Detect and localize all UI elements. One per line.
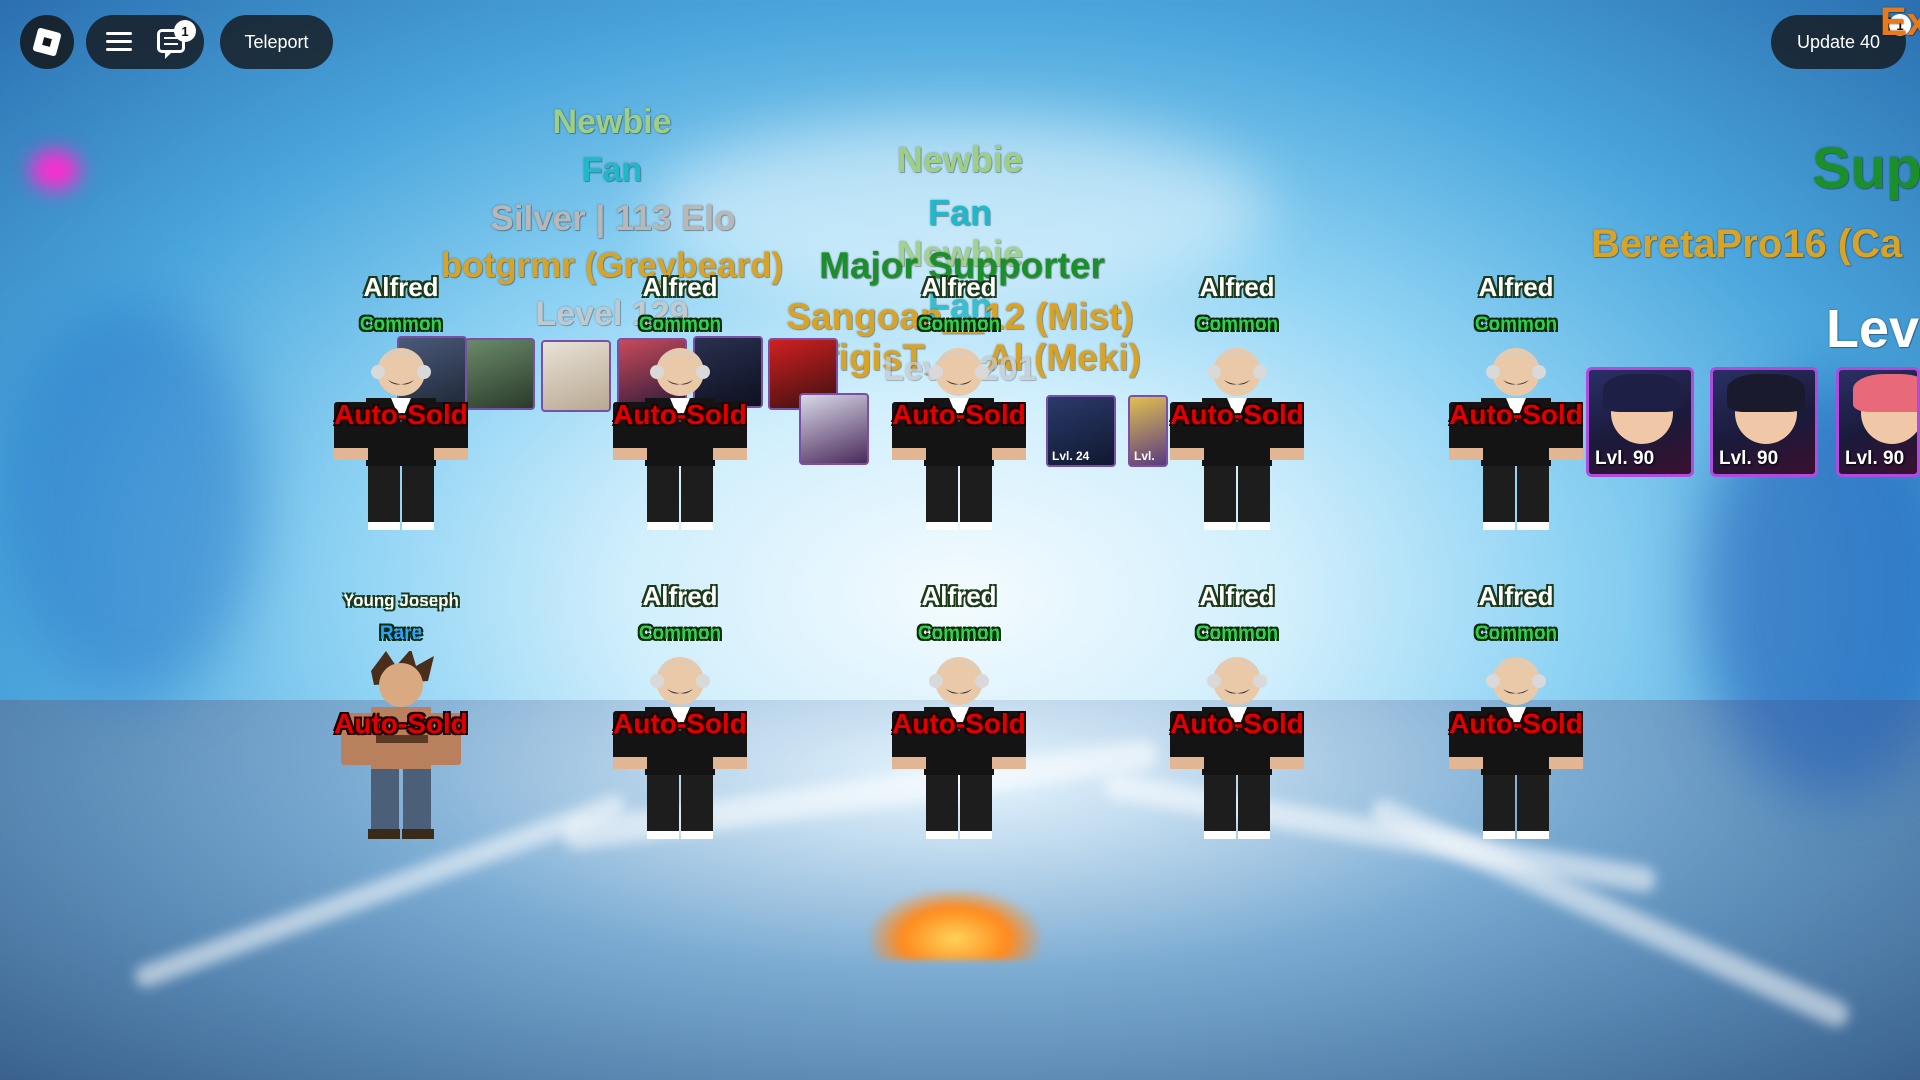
alfred-figure <box>613 657 747 839</box>
unit-name: Alfred <box>921 581 997 611</box>
player-title-fan: Fan <box>581 151 643 189</box>
team-unit-card: Lvl. 24 <box>1046 395 1116 467</box>
auto-sold-label: Auto-Sold <box>1170 399 1304 430</box>
alfred-figure <box>892 348 1026 530</box>
summoned-unit: Alfred Common Auto-Sold <box>1431 581 1601 841</box>
card-level: Lvl. 90 <box>1719 448 1779 469</box>
player-title-fan: Fan <box>927 192 993 233</box>
team-unit-card: Lvl. 90 <box>1710 367 1818 477</box>
summoned-unit: Alfred Common Auto-Sold <box>595 581 765 841</box>
unit-rarity: Common <box>638 623 722 644</box>
alfred-figure <box>1449 657 1583 839</box>
summoned-unit: Alfred Common Auto-Sold <box>1431 272 1601 532</box>
fire-effect <box>870 890 1040 960</box>
alfred-figure <box>1170 657 1304 839</box>
summoned-unit: Alfred Common Auto-Sold <box>316 272 486 532</box>
player-title-newbie: Newbie <box>552 103 672 141</box>
auto-sold-label: Auto-Sold <box>334 708 468 739</box>
unit-rarity: Common <box>1195 623 1279 644</box>
auto-sold-label: Auto-Sold <box>613 708 747 739</box>
magenta-light <box>30 150 80 190</box>
unit-name: Alfred <box>1199 272 1275 302</box>
summoned-unit: Alfred Common Auto-Sold <box>874 272 1044 532</box>
unit-rarity: Common <box>1474 314 1558 335</box>
unit-rarity: Common <box>359 314 443 335</box>
player-title-newbie: Newbie <box>896 139 1024 180</box>
menu-chat-group: 1 <box>86 15 204 69</box>
unit-rarity: Common <box>1474 623 1558 644</box>
chat-notification-badge: 1 <box>174 20 196 42</box>
auto-sold-label: Auto-Sold <box>1170 708 1304 739</box>
unit-name: Alfred <box>1199 581 1275 611</box>
unit-rarity: Rare <box>379 623 423 644</box>
player-rank: Silver | 113 Elo <box>490 199 736 238</box>
auto-sold-label: Auto-Sold <box>1449 708 1583 739</box>
summoned-unit: Alfred Common Auto-Sold <box>1152 581 1322 841</box>
unit-name: Young Joseph <box>343 591 459 610</box>
unit-rarity: Common <box>917 314 1001 335</box>
unit-rarity: Common <box>917 623 1001 644</box>
unit-name: Alfred <box>642 272 718 302</box>
young-joseph-figure <box>341 651 461 839</box>
alfred-figure <box>1170 348 1304 530</box>
alfred-figure <box>334 348 468 530</box>
summoned-unit: Young Joseph Rare Auto-Sold <box>316 581 486 841</box>
unit-name: Alfred <box>642 581 718 611</box>
roblox-logo-icon <box>32 27 62 57</box>
auto-sold-label: Auto-Sold <box>892 399 1026 430</box>
team-unit-card: Lvl. 90 <box>1836 367 1920 477</box>
auto-sold-label: Auto-Sold <box>613 399 747 430</box>
card-level: Lvl. 90 <box>1595 448 1655 469</box>
unit-name: Alfred <box>363 272 439 302</box>
player-name: BeretaPro16 (Ca <box>1591 222 1903 266</box>
unit-name: Alfred <box>1478 581 1554 611</box>
alfred-figure <box>1449 348 1583 530</box>
player-title-supporter: Sup <box>1812 136 1920 201</box>
unit-rarity: Common <box>1195 314 1279 335</box>
hamburger-menu-icon[interactable] <box>106 32 132 52</box>
roblox-menu-button[interactable] <box>20 15 74 69</box>
summoned-unit: Alfred Common Auto-Sold <box>595 272 765 532</box>
auto-sold-label: Auto-Sold <box>892 708 1026 739</box>
player-title-partial: Ex <box>1880 0 1920 44</box>
summoned-unit: Alfred Common Auto-Sold <box>874 581 1044 841</box>
unit-name: Alfred <box>1478 272 1554 302</box>
summoned-unit: Alfred Common Auto-Sold <box>1152 272 1322 532</box>
alfred-figure <box>613 348 747 530</box>
alfred-figure <box>892 657 1026 839</box>
team-unit-card: Lvl. 90 <box>1586 367 1694 477</box>
auto-sold-label: Auto-Sold <box>1449 399 1583 430</box>
unit-name: Alfred <box>921 272 997 302</box>
unit-rarity: Common <box>638 314 722 335</box>
player-level: Lev <box>1826 299 1920 359</box>
teleport-button[interactable]: Teleport <box>220 15 333 69</box>
team-unit-card <box>799 393 869 465</box>
auto-sold-label: Auto-Sold <box>334 399 468 430</box>
card-level: Lvl. 24 <box>1052 449 1090 463</box>
card-level: Lvl. 90 <box>1845 448 1905 469</box>
